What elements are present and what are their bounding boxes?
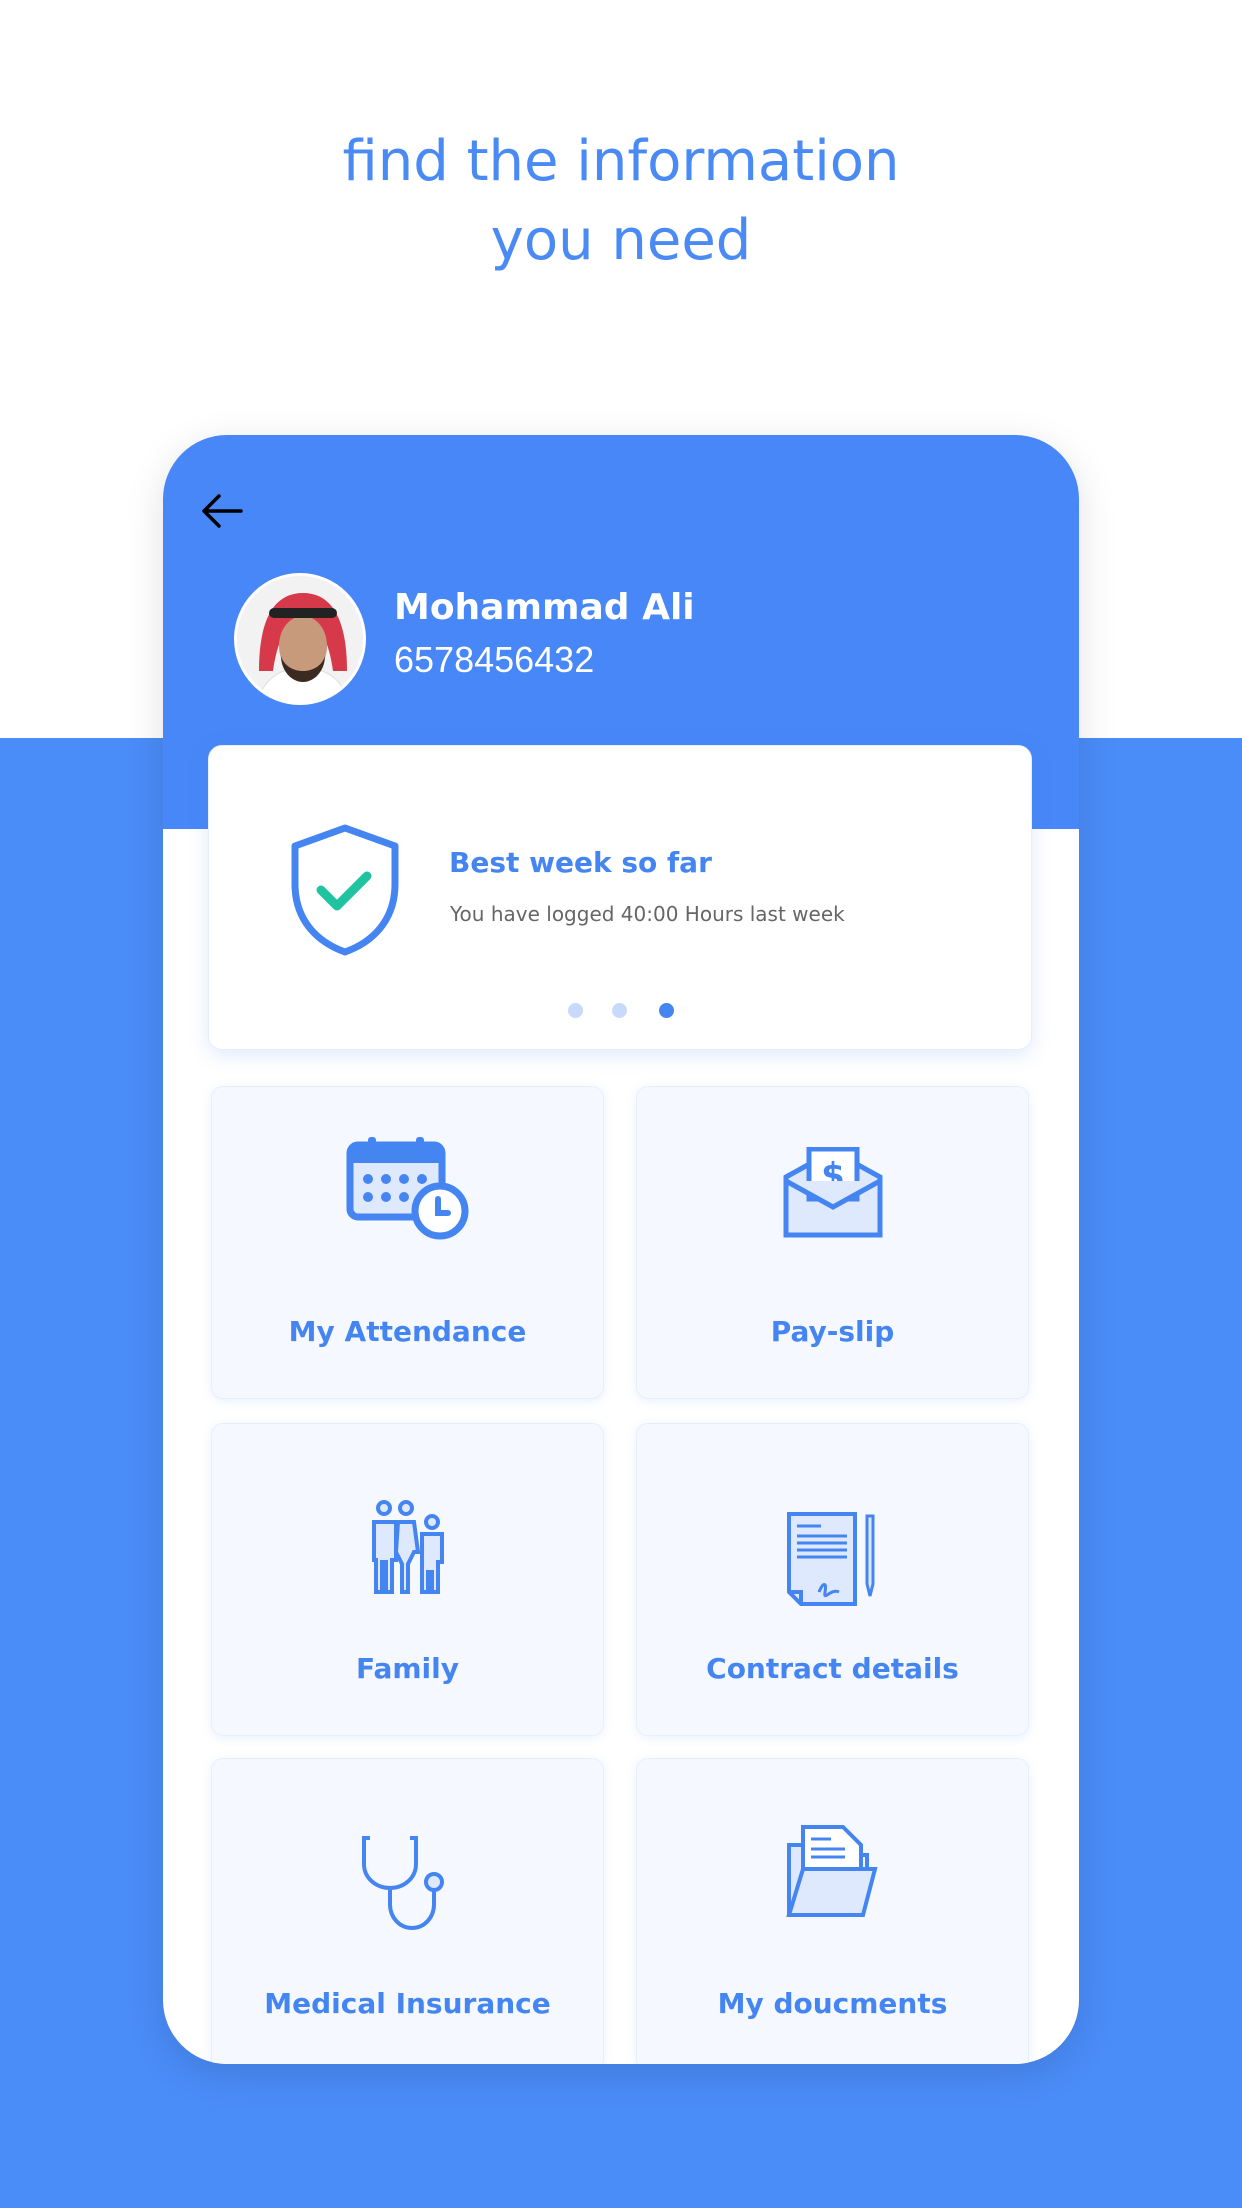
menu-tile-label: Pay-slip (770, 1315, 895, 1348)
payslip-envelope-icon: $ (783, 1147, 882, 1238)
documents-folder-icon (785, 1825, 878, 1917)
calendar-clock-icon (346, 1137, 468, 1240)
highlight-card[interactable]: Best week so far You have logged 40:00 H… (208, 745, 1032, 1050)
menu-tile-label: My Attendance (288, 1315, 527, 1348)
carousel-dot[interactable] (568, 1003, 583, 1018)
headline-line1: find the information (342, 129, 900, 194)
carousel-dots (209, 1003, 1031, 1019)
card-title: Best week so far (449, 846, 712, 879)
menu-tile-payslip[interactable]: $ Pay-slip (636, 1086, 1029, 1399)
phone-screen: Mohammad Ali 6578456432 Best week so far… (163, 435, 1079, 2064)
menu-tile-label: Family (355, 1652, 459, 1685)
menu-tile-contract[interactable]: Contract details (636, 1423, 1029, 1736)
shield-check-icon (291, 824, 399, 956)
menu-tile-label: Contract details (706, 1652, 959, 1685)
headline-line2: you need (490, 208, 752, 273)
carousel-dot[interactable] (612, 1003, 627, 1018)
menu-tile-medical[interactable]: Medical Insurance (211, 1758, 604, 2064)
menu-tile-label: My doucments (717, 1987, 948, 2020)
menu-tile-family[interactable]: Family (211, 1423, 604, 1736)
carousel-dot-active[interactable] (659, 1003, 674, 1018)
menu-tile-documents[interactable]: My doucments (636, 1758, 1029, 2064)
back-arrow-icon[interactable] (197, 491, 247, 531)
menu-tile-label: Medical Insurance (264, 1987, 551, 2020)
stethoscope-icon (361, 1836, 444, 1931)
profile-id: 6578456432 (394, 639, 595, 680)
card-subtitle: You have logged 40:00 Hours last week (450, 902, 845, 926)
contract-icon (786, 1512, 874, 1606)
menu-tile-attendance[interactable]: My Attendance (211, 1086, 604, 1399)
avatar (234, 573, 366, 705)
profile-name: Mohammad Ali (394, 587, 695, 628)
family-icon (371, 1500, 444, 1594)
